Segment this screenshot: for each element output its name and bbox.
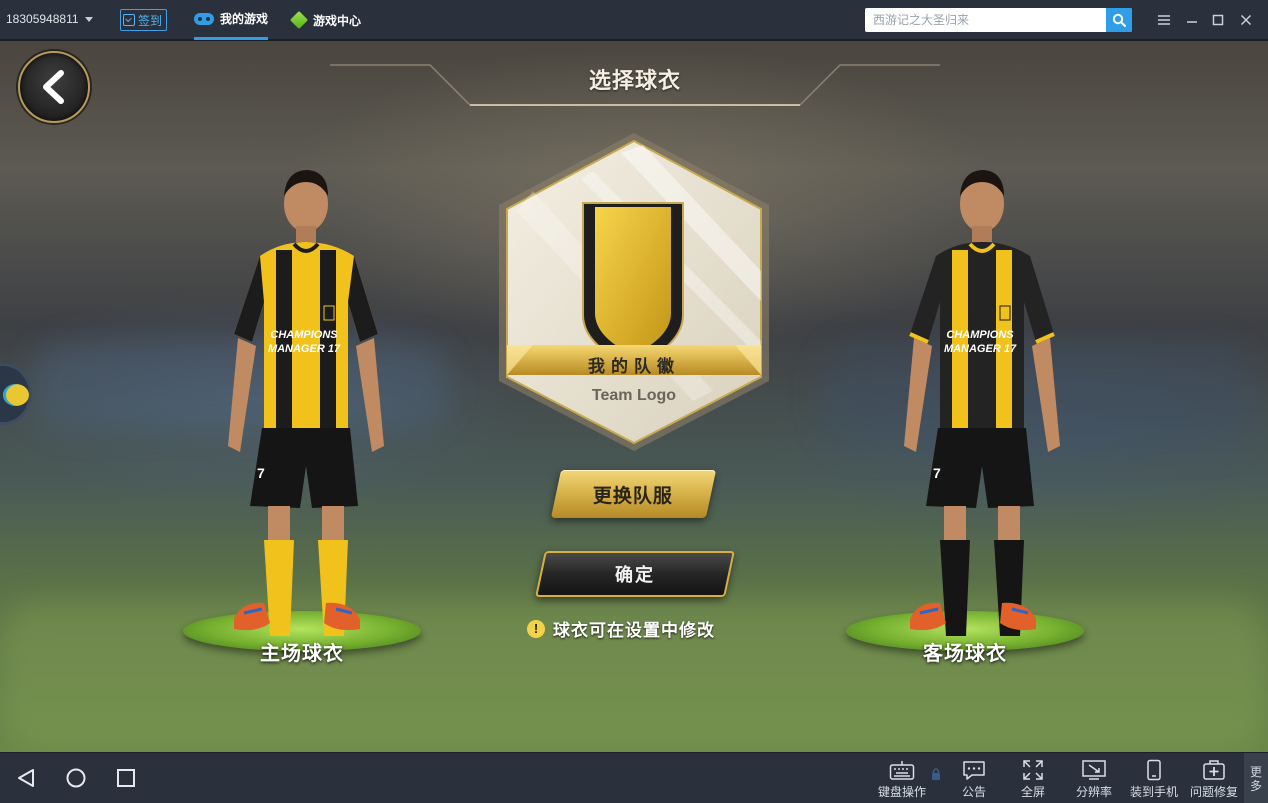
search-box [865, 8, 1132, 32]
tool-install-to-phone[interactable]: 装到手机 [1124, 759, 1184, 801]
menu-button[interactable] [1154, 10, 1174, 30]
away-boots [910, 602, 1036, 631]
emulator-window: 18305948811 签到 我的游戏 游戏中心 西游记之大圣归来 选择球衣 C… [0, 0, 1268, 803]
android-back-button[interactable] [14, 766, 38, 790]
tool-announcement-label: 公告 [961, 785, 986, 799]
tool-fullscreen-label: 全屏 [1020, 785, 1045, 799]
title-container: 选择球衣 [400, 63, 870, 107]
android-home-button[interactable] [64, 766, 88, 790]
side-float-button[interactable] [0, 363, 32, 425]
change-kit-button[interactable]: 更换队服 [550, 470, 717, 518]
lock-icon [932, 768, 940, 780]
chevron-left-icon [43, 70, 64, 104]
hint-text: 球衣可在设置中修改 [553, 621, 715, 640]
emulator-bottombar: 键盘操作 公告 全屏 分辨率 装到手机 问题修复 更多 [0, 752, 1268, 803]
search-icon [1112, 13, 1126, 27]
minimize-icon [1187, 21, 1197, 23]
tool-resolution[interactable]: 分辨率 [1064, 759, 1124, 801]
install-to-phone-icon [1147, 759, 1161, 781]
tool-keyboard[interactable]: 键盘操作 [872, 759, 932, 801]
tool-resolution-label: 分辨率 [1075, 785, 1112, 799]
emulator-titlebar: 18305948811 签到 我的游戏 游戏中心 [0, 0, 1268, 40]
tool-repair-label: 问题修复 [1189, 785, 1238, 799]
more-label: 更多 [1250, 764, 1263, 793]
tab-game-center-label: 游戏中心 [313, 13, 362, 28]
home-kit-player[interactable]: CHAMPIONS MANAGER 17 7 [220, 166, 390, 636]
signin-button[interactable]: 签到 [120, 9, 168, 31]
change-kit-label: 更换队服 [593, 485, 674, 507]
home-boots [234, 602, 360, 631]
search-button[interactable] [1106, 8, 1132, 32]
resolution-icon [1082, 760, 1106, 780]
emblem-subtitle: Team Logo [591, 387, 677, 404]
settings-hint: ! 球衣可在设置中修改 [527, 616, 715, 641]
more-button[interactable]: 更多 [1244, 753, 1268, 803]
warning-icon: ! [527, 619, 545, 638]
confirm-label: 确定 [615, 565, 655, 585]
away-kit-player[interactable]: CHAMPIONS MANAGER 17 7 [896, 166, 1066, 636]
home-shirt-text-2: MANAGER 17 [268, 343, 341, 355]
away-kit-label: 客场球衣 [923, 643, 1007, 665]
page-title: 选择球衣 [588, 68, 681, 93]
tool-fullscreen[interactable]: 全屏 [1003, 759, 1063, 801]
account-switcher[interactable]: 18305948811 [6, 12, 93, 26]
calendar-check-icon [123, 14, 135, 26]
signin-label: 签到 [138, 13, 163, 28]
repair-icon [1203, 760, 1225, 780]
maximize-icon [1212, 14, 1224, 26]
tool-install-to-phone-label: 装到手机 [1129, 785, 1178, 799]
confirm-button[interactable]: 确定 [535, 551, 735, 597]
keyboard-icon [889, 761, 915, 780]
away-shorts-number: 7 [933, 465, 941, 481]
square-recents-icon [117, 769, 135, 787]
announcement-icon [963, 761, 985, 780]
close-icon [1240, 14, 1252, 26]
search-input[interactable] [865, 9, 1106, 31]
tool-repair[interactable]: 问题修复 [1184, 759, 1244, 801]
minimize-button[interactable] [1182, 10, 1202, 30]
tab-my-games[interactable]: 我的游戏 [194, 0, 269, 40]
close-button[interactable] [1236, 10, 1256, 30]
away-shirt-text-1: CHAMPIONS [946, 329, 1014, 341]
chevron-down-icon [84, 16, 93, 22]
emblem-title: 我的队徽 [588, 357, 680, 376]
gamepad-icon [194, 12, 214, 25]
tool-announcement[interactable]: 公告 [944, 759, 1004, 801]
account-id: 18305948811 [6, 12, 79, 26]
away-shirt-text-2: MANAGER 17 [944, 343, 1017, 355]
triangle-back-icon [18, 769, 34, 787]
back-button[interactable] [18, 51, 90, 123]
game-screen: 选择球衣 CHAMPIONS MANAGER 17 7 主场球衣 CHAMPIO… [0, 41, 1268, 752]
tab-game-center[interactable]: 游戏中心 [289, 0, 362, 40]
home-shirt-text-1: CHAMPIONS [270, 329, 338, 341]
home-kit-label: 主场球衣 [260, 643, 344, 665]
hamburger-icon [1158, 15, 1170, 25]
cube-icon [289, 10, 309, 30]
tab-my-games-label: 我的游戏 [220, 12, 269, 26]
fullscreen-icon [1023, 760, 1043, 780]
maximize-button[interactable] [1208, 10, 1228, 30]
home-shorts-number: 7 [257, 465, 265, 481]
tool-keyboard-label: 键盘操作 [877, 785, 926, 799]
circle-home-icon [66, 768, 86, 788]
android-recents-button[interactable] [114, 766, 138, 790]
